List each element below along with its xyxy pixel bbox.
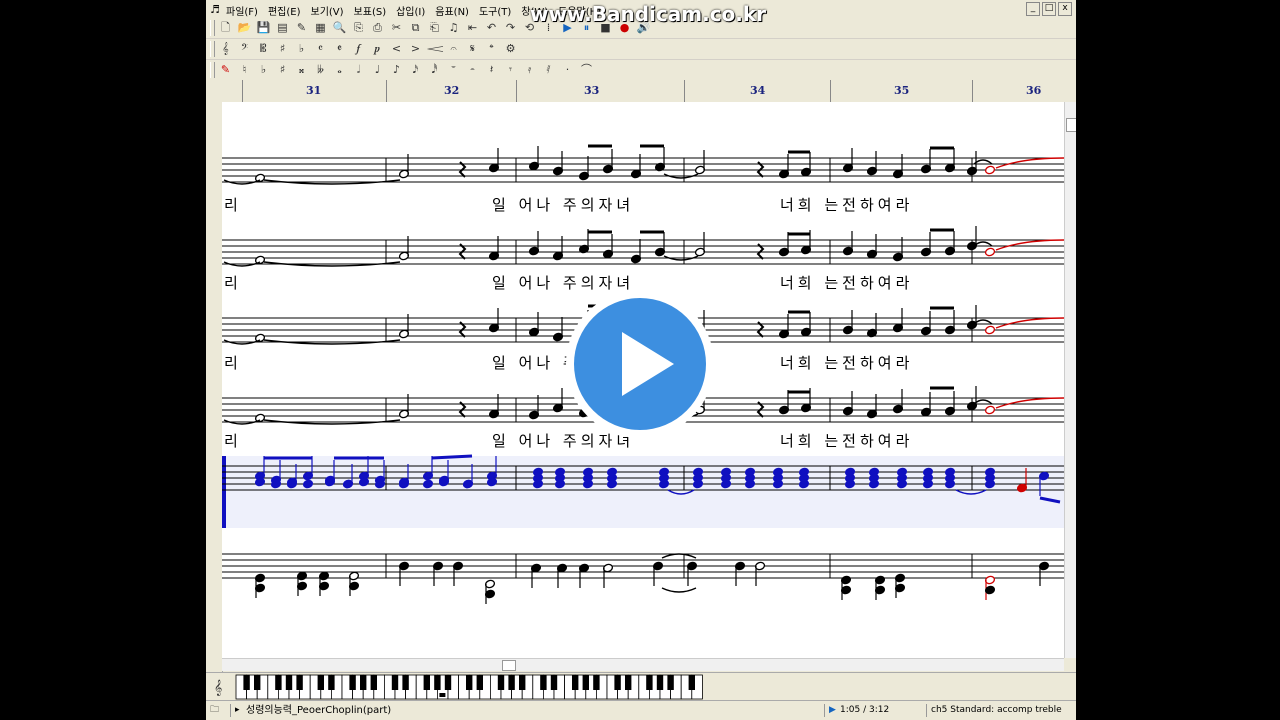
lyric-right: 너희 는전하여라	[780, 432, 913, 450]
lyric-start: 리	[224, 432, 238, 450]
folder-icon[interactable]: 🗀	[210, 704, 219, 717]
lyric-start: 리	[224, 274, 238, 292]
minimize-button[interactable]: _	[1026, 2, 1040, 16]
bandicam-watermark: www.Bandicam.co.kr	[530, 2, 767, 26]
piano-keyboard-icon: 𝄞	[206, 673, 1076, 701]
instrument-label: ch5 Standard: accomp treble	[926, 704, 1062, 717]
menu-item[interactable]: 삽입(I)	[396, 3, 425, 18]
toolbar-notes: ✎ ♮ ♭ ♯ 𝄪 𝄫 𝅝 𝅗𝅥 ♩ ♪ 𝅘𝅥𝅯 𝅘𝅥𝅰 𝄻 𝄼 𝄽 𝄾 𝄿 𝅀…	[206, 60, 1076, 81]
lyric-right: 너희 는전하여라	[780, 274, 913, 292]
lyric-start: 리	[224, 196, 238, 214]
toolbar-notation: 𝄞 𝄢 𝄡 ♯ ♭ 𝄴 𝄵 𝆑 𝆏 < > 𝆒 𝄐 𝄋 𝄌 ⚙	[206, 39, 1076, 60]
lyric-right: 너희 는전하여라	[780, 354, 913, 372]
lyric-left: 일 어나 주의자녀	[492, 432, 634, 450]
status-bar: 🗀 ▸ 성령의능력_PeoerChoplin(part) ▶ 1:05 / 3:…	[206, 700, 1076, 720]
measure-number: 36	[1026, 84, 1042, 97]
lyric-left: 일 어나 주의자녀	[492, 274, 634, 292]
play-overlay-button[interactable]	[566, 290, 714, 438]
menu-item[interactable]: 음표(N)	[435, 3, 469, 18]
measure-number: 32	[444, 84, 460, 97]
menu-item[interactable]: 도구(T)	[479, 3, 511, 18]
app-icon[interactable]: ♬	[210, 3, 220, 16]
measure-number: 33	[584, 84, 600, 97]
measure-ruler: 31 32 33 34 35 36	[222, 80, 1076, 103]
lyric-start: 리	[224, 354, 238, 372]
measure-number: 31	[306, 84, 322, 97]
piano-keyboard[interactable]: 𝄞	[206, 672, 1076, 701]
menu-item[interactable]: 보표(S)	[354, 3, 387, 18]
measure-number: 34	[750, 84, 766, 97]
vertical-scrollbar[interactable]	[1064, 102, 1076, 658]
menu-item[interactable]: 파일(F)	[226, 3, 258, 18]
left-panel	[206, 80, 223, 672]
save-icon[interactable]: 💾	[256, 20, 271, 35]
menu-item[interactable]: 편집(E)	[268, 3, 301, 18]
horizontal-scrollbar[interactable]	[222, 658, 1064, 671]
new-file-icon[interactable]: 🗋	[218, 20, 233, 35]
lyric-right: 너희 는전하여라	[780, 196, 913, 214]
file-name: 성령의능력_PeoerChoplin(part)	[246, 705, 392, 716]
maximize-button[interactable]: □	[1042, 2, 1056, 16]
svg-text:𝄞: 𝄞	[214, 680, 222, 696]
menu-item[interactable]: 보기(V)	[311, 3, 344, 18]
open-icon[interactable]: 📂	[237, 20, 252, 35]
lyric-left: 일 어나 주의자녀	[492, 196, 634, 214]
measure-number: 35	[894, 84, 910, 97]
play-overlay-icon	[622, 332, 674, 396]
close-button[interactable]: x	[1058, 2, 1072, 16]
play-position-icon: ▶	[824, 704, 836, 717]
time-display: 1:05 / 3:12	[840, 705, 890, 715]
